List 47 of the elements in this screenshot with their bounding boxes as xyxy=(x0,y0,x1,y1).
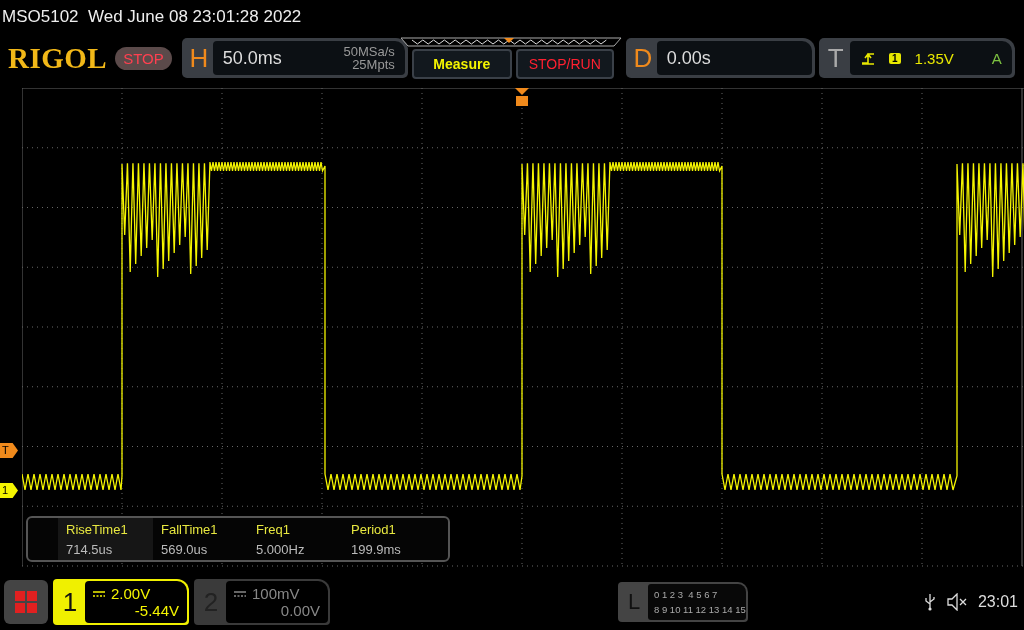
trigger-mode: A xyxy=(991,49,1002,67)
measurement-name: RiseTime1 xyxy=(66,521,129,537)
delay-value: 0.00s xyxy=(666,47,711,69)
measurement-value: 569.0us xyxy=(161,541,209,557)
memory-depth: 25Mpts xyxy=(352,58,395,71)
trigger-level-marker[interactable]: T xyxy=(0,443,18,458)
channel-panel[interactable]: 1 2.00V -5.44V xyxy=(53,579,189,625)
channel-marker[interactable]: 1 xyxy=(0,483,18,498)
trigger-source: 1 xyxy=(889,52,901,64)
vertical-scale: 100mV xyxy=(252,585,300,602)
measure-button[interactable]: Measure xyxy=(411,49,512,79)
measurement-value: 714.5us xyxy=(66,541,114,557)
vertical-offset: 0.00V xyxy=(280,602,320,619)
dc-coupling-icon xyxy=(234,590,246,597)
stop-run-button[interactable]: STOP/RUN xyxy=(515,49,614,79)
measurement-item[interactable]: Freq1 5.000Hz xyxy=(248,518,343,560)
horizontal-panel[interactable]: H 50.0ms 50MSa/s 25Mpts xyxy=(181,38,408,78)
measurement-name: Period1 xyxy=(351,521,397,537)
measurement-item[interactable]: Period1 199.9ms xyxy=(343,518,438,560)
vertical-scale: 2.00V xyxy=(111,585,151,602)
clock: 23:01 xyxy=(977,593,1018,611)
dc-coupling-icon xyxy=(93,590,105,597)
delay-label: D xyxy=(632,41,654,75)
measurement-value: 5.000Hz xyxy=(256,541,306,557)
sample-rate: 50MSa/s xyxy=(343,45,395,58)
muted-speaker-icon xyxy=(945,593,968,611)
logic-channel-numbers: 8 9 10 11 12 13 14 15 xyxy=(654,604,746,615)
trigger-label: T xyxy=(826,41,845,75)
rising-edge-icon xyxy=(861,51,875,65)
measurement-name: Freq1 xyxy=(256,521,291,537)
device-info: MSO5102 Wed June 08 23:01:28 2022 xyxy=(2,7,302,27)
timebase-value: 50.0ms xyxy=(222,47,282,69)
vertical-offset: -5.44V xyxy=(134,602,179,619)
channel-number: 1 xyxy=(61,585,79,619)
trigger-position-icon xyxy=(515,88,529,106)
measurement-item[interactable]: RiseTime1 714.5us xyxy=(58,518,153,560)
delay-panel[interactable]: D 0.00s xyxy=(625,38,815,78)
horizontal-label: H xyxy=(188,41,210,75)
measurement-name: FallTime1 xyxy=(161,521,219,537)
trigger-level: 1.35V xyxy=(914,49,954,67)
usb-icon xyxy=(923,593,936,611)
menu-icon[interactable] xyxy=(4,580,48,624)
logic-channel-numbers: 0 1 2 3 4 5 6 7 xyxy=(654,589,719,600)
trigger-panel[interactable]: T 1 1.35V A xyxy=(818,38,1015,78)
logo: RIGOL xyxy=(8,41,108,75)
measurement-value: 199.9ms xyxy=(351,541,402,557)
measurement-item[interactable]: FallTime1 569.0us xyxy=(153,518,248,560)
